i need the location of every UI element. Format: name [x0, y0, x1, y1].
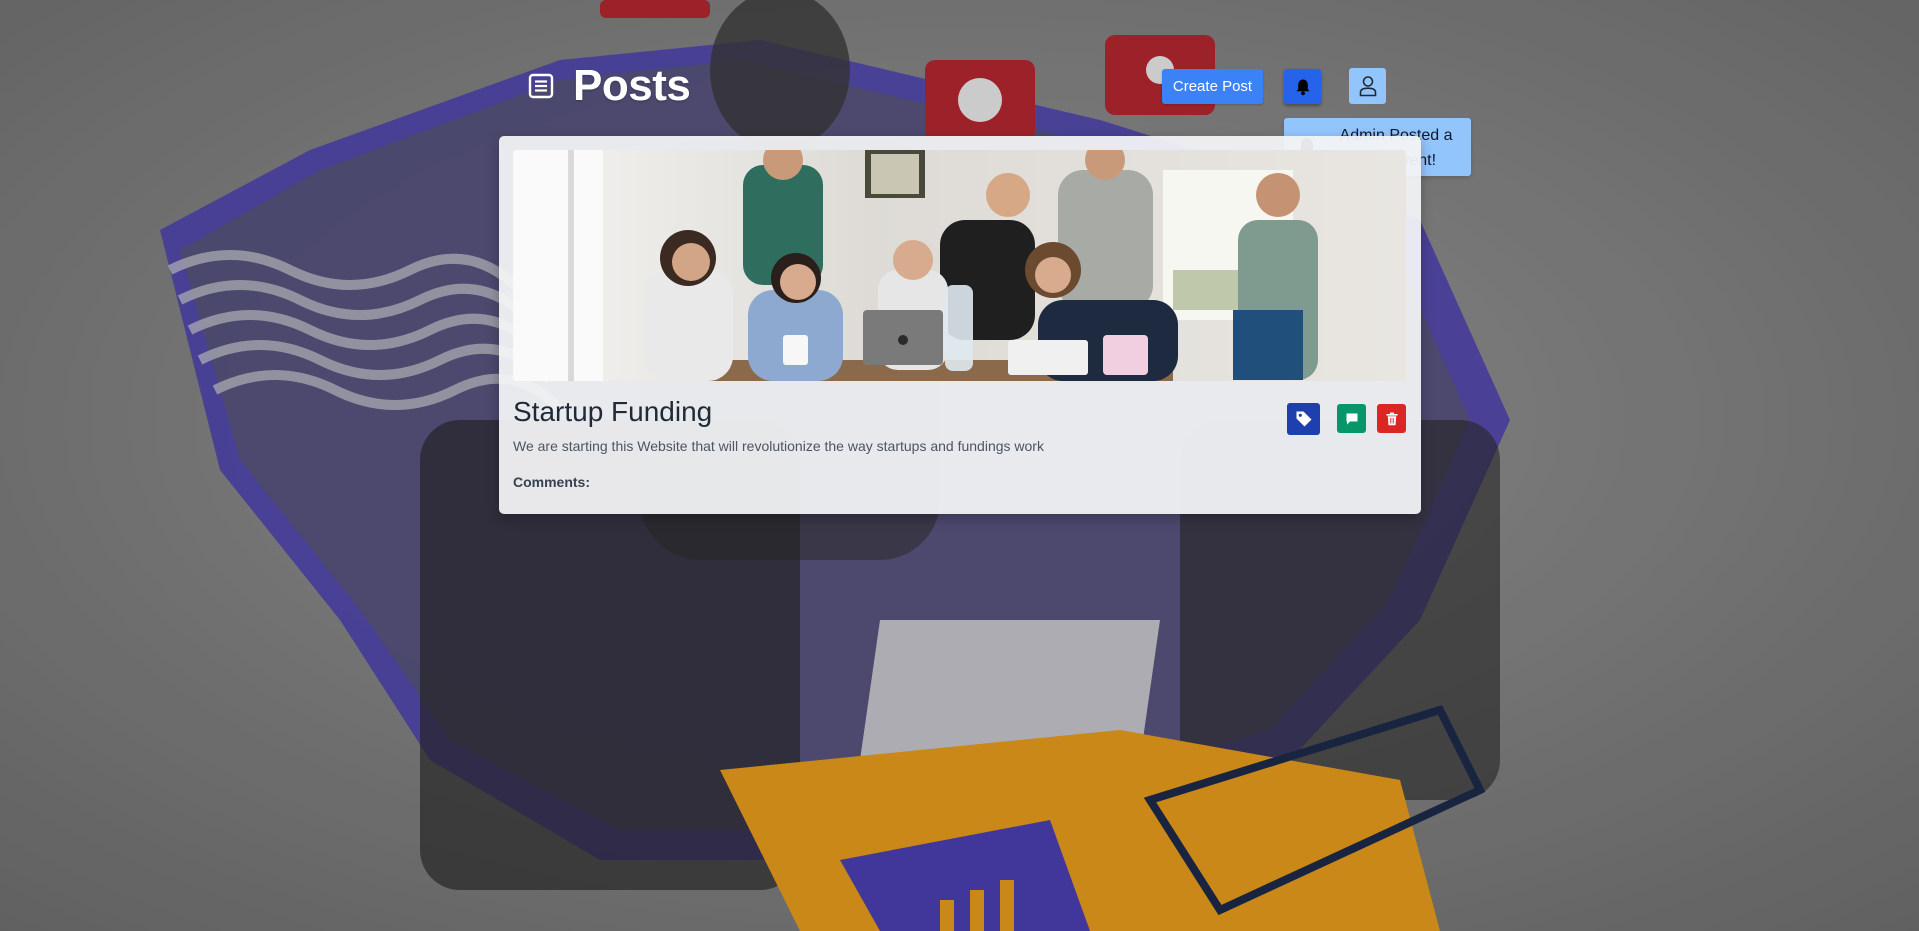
page-title: Posts: [573, 61, 691, 110]
user-icon: [1359, 76, 1376, 97]
tag-button[interactable]: [1287, 403, 1320, 435]
comment-button[interactable]: [1337, 404, 1366, 433]
post-card: Startup Funding We are starting this Web…: [499, 136, 1421, 514]
page: Posts Create Post Admin Posted a New eve…: [0, 0, 1919, 931]
bell-icon: [1296, 79, 1309, 95]
notifications-button[interactable]: [1284, 69, 1321, 104]
trash-icon: [1386, 412, 1397, 425]
comments-label: Comments:: [513, 474, 591, 490]
delete-button[interactable]: [1377, 404, 1406, 433]
comment-icon: [1346, 413, 1357, 424]
post-image: [513, 150, 1406, 381]
tag-icon: [1296, 411, 1311, 427]
post-title: Startup Funding: [513, 396, 713, 427]
document-list-icon: [528, 73, 554, 99]
post-description: We are starting this Website that will r…: [513, 438, 1044, 454]
profile-button[interactable]: [1349, 68, 1386, 104]
create-post-button[interactable]: Create Post: [1162, 69, 1263, 104]
